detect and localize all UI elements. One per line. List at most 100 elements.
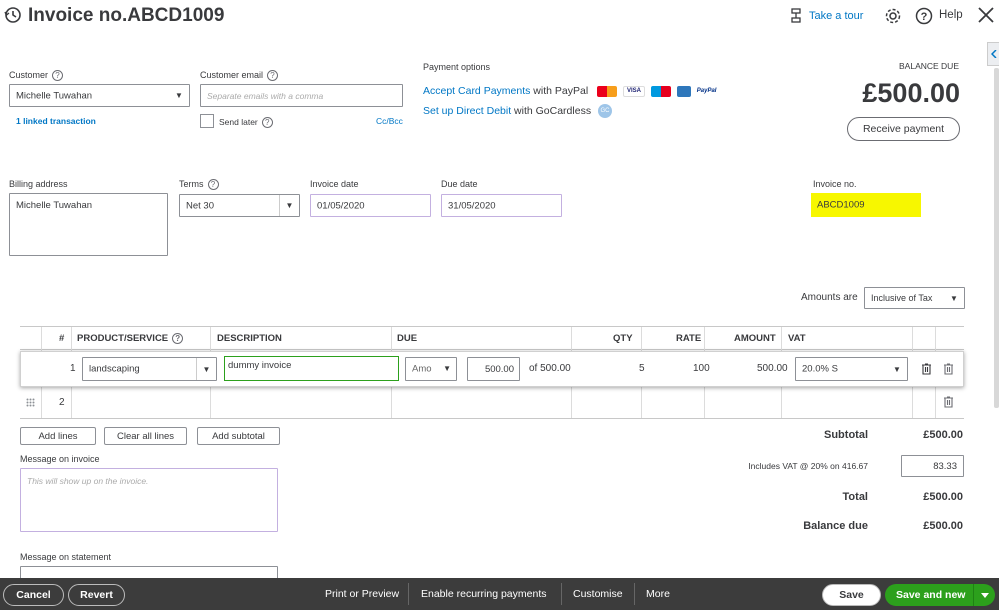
help-link[interactable]: Help [939, 9, 963, 21]
col-header-num: # [59, 333, 65, 344]
cancel-button[interactable]: Cancel [3, 584, 64, 606]
close-icon[interactable] [977, 6, 995, 24]
paypal-text: with PayPal [530, 85, 589, 97]
paypal-icon: PayPal [696, 85, 717, 97]
revert-button[interactable]: Revert [68, 584, 125, 606]
chevron-down-icon[interactable]: ▼ [169, 85, 189, 106]
chevron-down-icon[interactable]: ▼ [887, 358, 907, 380]
invoice-date-value: 01/05/2020 [317, 200, 365, 211]
due-date-label: Due date [441, 179, 478, 189]
cancel-label: Cancel [16, 589, 51, 601]
due-type-select[interactable]: Amo ▼ [405, 357, 457, 381]
billing-address-field[interactable]: Michelle Tuwahan [9, 193, 168, 256]
terms-value: Net 30 [186, 200, 214, 211]
take-tour-link[interactable]: Take a tour [809, 10, 863, 22]
chevron-down-icon[interactable]: ▼ [443, 364, 451, 373]
email-help-icon[interactable]: ? [267, 70, 279, 82]
billing-address-label: Billing address [9, 179, 68, 189]
side-panel-tab[interactable] [987, 42, 999, 66]
message-invoice-placeholder: This will show up on the invoice. [27, 476, 149, 486]
direct-debit-link[interactable]: Set up Direct Debit [423, 105, 511, 117]
chevron-down-icon[interactable]: ▼ [196, 358, 216, 380]
send-later-checkbox[interactable] [200, 114, 214, 128]
tour-icon[interactable] [789, 8, 803, 24]
amex-icon [676, 85, 691, 97]
invoice-date-label: Invoice date [310, 179, 359, 189]
trash-icon[interactable] [943, 396, 954, 408]
amount-value[interactable]: 500.00 [757, 363, 788, 374]
terms-label: Terms? [179, 179, 219, 191]
add-lines-button[interactable]: Add lines [20, 427, 96, 445]
print-preview-link[interactable]: Print or Preview [325, 588, 399, 600]
customer-help-icon[interactable]: ? [52, 70, 64, 82]
send-later-text: Send later [219, 117, 258, 127]
terms-help-icon[interactable]: ? [207, 179, 219, 191]
chevron-down-icon[interactable]: ▼ [944, 288, 964, 308]
message-invoice-field[interactable]: This will show up on the invoice. [20, 468, 278, 532]
scrollbar[interactable] [994, 68, 999, 408]
customise-link[interactable]: Customise [573, 588, 623, 600]
receive-payment-button[interactable]: Receive payment [847, 117, 960, 141]
terms-select[interactable]: Net 30 ▼ [179, 194, 300, 217]
due-amount-field[interactable]: 500.00 [467, 357, 520, 381]
maestro-icon [650, 85, 671, 97]
drag-handle-icon[interactable] [26, 398, 35, 407]
col-header-description: DESCRIPTION [217, 333, 282, 344]
description-field[interactable]: dummy invoice [224, 356, 399, 381]
vat-select[interactable]: 20.0% S ▼ [795, 357, 908, 381]
col-header-amount: AMOUNT [734, 333, 776, 344]
amounts-are-select[interactable]: Inclusive of Tax ▼ [864, 287, 965, 309]
save-and-new-button[interactable]: Save and new [885, 584, 995, 606]
vat-amount-value: 83.33 [933, 461, 957, 472]
email-field[interactable]: Separate emails with a comma [200, 84, 403, 107]
balance-due-total-label: Balance due [803, 520, 868, 532]
vat-amount-field[interactable]: 83.33 [901, 455, 964, 477]
add-subtotal-button[interactable]: Add subtotal [197, 427, 280, 445]
linked-transaction-link[interactable]: 1 linked transaction [16, 116, 96, 126]
customer-select[interactable]: Michelle Tuwahan ▼ [9, 84, 190, 107]
chevron-down-icon[interactable]: ▼ [279, 195, 299, 216]
help-icon[interactable]: ? [915, 7, 933, 25]
footer-divider [634, 583, 635, 605]
balance-due-amount: £500.00 [862, 78, 960, 108]
total-label: Total [842, 491, 868, 503]
card-payments-row: Accept Card Payments with PayPal VISA Pa… [423, 85, 720, 97]
trash-icon[interactable] [943, 363, 954, 375]
col-header-qty: QTY [613, 333, 633, 344]
gocardless-icon: GC [598, 104, 612, 118]
more-link[interactable]: More [646, 588, 670, 600]
chevron-down-icon [980, 592, 989, 598]
amounts-are-label: Amounts are [801, 292, 858, 303]
save-button[interactable]: Save [822, 584, 881, 606]
due-date-value: 31/05/2020 [448, 200, 496, 211]
customer-value: Michelle Tuwahan [16, 90, 93, 101]
clear-all-lines-button[interactable]: Clear all lines [104, 427, 187, 445]
product-help-icon[interactable]: ? [172, 333, 184, 344]
recurring-payments-link[interactable]: Enable recurring payments [421, 588, 546, 600]
visa-icon: VISA [623, 85, 646, 97]
amounts-are-value: Inclusive of Tax [871, 293, 933, 303]
chevron-left-icon [990, 50, 997, 58]
invoice-no-field[interactable]: ABCD1009 [811, 193, 921, 217]
customer-label: Customer? [9, 70, 64, 82]
trash-icon[interactable] [921, 363, 932, 375]
cc-bcc-link[interactable]: Cc/Bcc [376, 116, 403, 126]
product-value: landscaping [89, 363, 140, 375]
save-options-dropdown[interactable] [973, 584, 995, 606]
qty-value[interactable]: 5 [639, 363, 645, 374]
add-subtotal-label: Add subtotal [212, 430, 265, 442]
customer-label-text: Customer [9, 70, 49, 80]
due-date-field[interactable]: 31/05/2020 [441, 194, 562, 217]
send-later-help-icon[interactable]: ? [261, 117, 273, 129]
table-row[interactable] [20, 388, 964, 419]
vat-included-label: Includes VAT @ 20% on 416.67 [748, 461, 868, 471]
message-invoice-label: Message on invoice [20, 454, 100, 464]
product-select[interactable]: landscaping ▼ [82, 357, 217, 381]
rate-value[interactable]: 100 [693, 363, 710, 374]
history-icon[interactable] [4, 6, 22, 24]
gear-icon[interactable] [884, 7, 902, 25]
email-placeholder: Separate emails with a comma [207, 90, 324, 101]
invoice-no-label: Invoice no. [813, 179, 857, 189]
invoice-date-field[interactable]: 01/05/2020 [310, 194, 431, 217]
accept-card-link[interactable]: Accept Card Payments [423, 85, 530, 97]
